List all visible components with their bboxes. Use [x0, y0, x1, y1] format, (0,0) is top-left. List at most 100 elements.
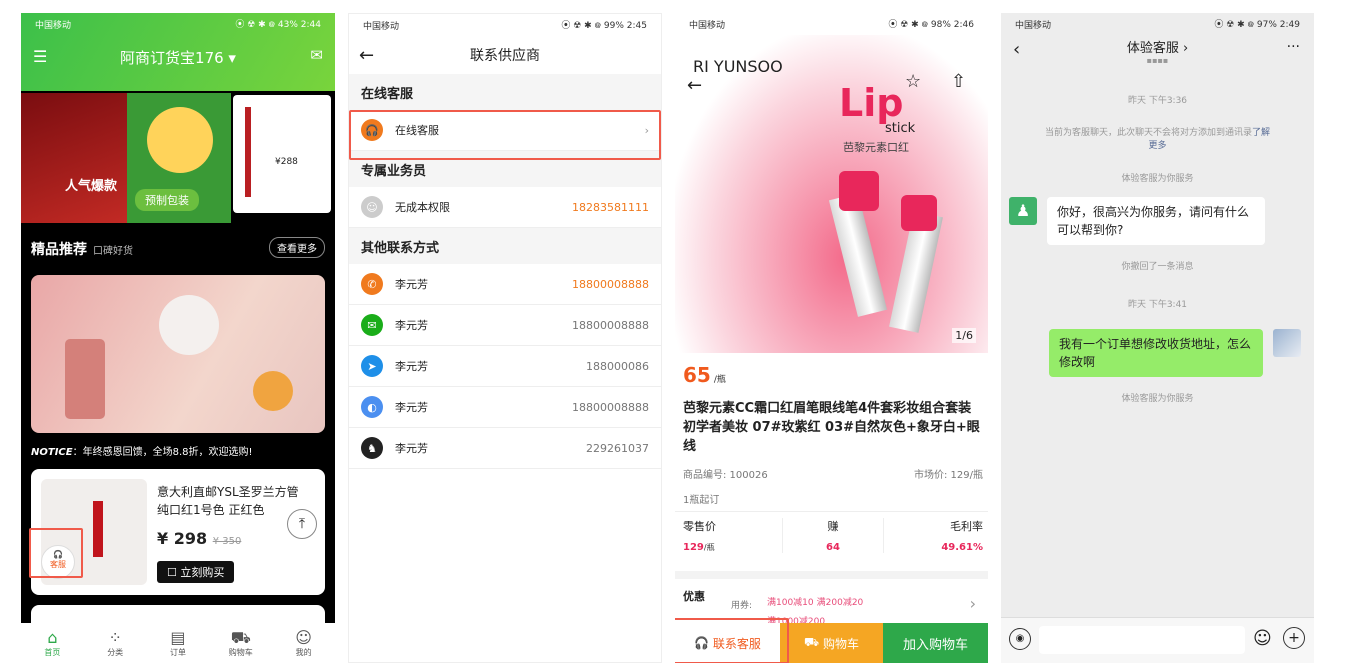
tab-category[interactable]: ⁘ 分类 — [84, 623, 147, 663]
scroll-top-icon[interactable]: ⤒ — [287, 509, 317, 539]
more-icon[interactable]: ··· — [1287, 39, 1300, 55]
highlight-contact-service — [675, 618, 789, 663]
view-more-button[interactable]: 查看更多 — [269, 237, 325, 258]
tab-home-label: 首页 — [44, 647, 61, 657]
stat-label: 毛利率 — [949, 520, 983, 533]
tab-home[interactable]: ⌂ 首页 — [21, 623, 84, 663]
sales-name: 无成本权限 — [395, 201, 450, 214]
product-gallery[interactable]: RI YUNSOO ← ☆ ⇧ Lip stick 芭黎元素口红 1/6 — [675, 35, 988, 353]
product-name[interactable]: 意大利直邮YSL圣罗兰方管纯口红1号色 正红色 — [157, 483, 307, 519]
user-icon: ☺ — [295, 627, 312, 647]
cart-icon: ⛟ — [230, 627, 251, 647]
tab-orders[interactable]: ▤ 订单 — [147, 623, 210, 663]
banner-text-hot: 人气爆款 — [65, 179, 118, 194]
contact-value[interactable]: 18800008888 — [572, 319, 649, 332]
stat-retail: 零售价 129/瓶 — [683, 518, 782, 553]
back-arrow-icon[interactable]: ← — [687, 75, 702, 96]
cart-label: 购物车 — [822, 636, 859, 651]
share-icon[interactable]: ⇧ — [951, 71, 966, 92]
product-code: 商品编号: 100026 — [683, 470, 768, 481]
tab-orders-label: 订单 — [169, 647, 186, 657]
message-user: 我有一个订单想修改收货地址，怎么修改啊 — [1049, 329, 1263, 377]
stick-title: stick — [885, 121, 916, 136]
message-input[interactable] — [1039, 626, 1245, 654]
phone-icon: ✆ — [361, 273, 383, 295]
add-to-cart-button[interactable]: 加入购物车 — [883, 623, 988, 663]
order-icon: ▤ — [170, 627, 186, 647]
message-service: 你好，很高兴为你服务，请问有什么可以帮到你? — [1047, 197, 1265, 245]
coupon-tag: 满100减10 — [767, 598, 814, 608]
sales-row[interactable]: ☺ 无成本权限 18283581111 — [349, 187, 661, 228]
group-online: 在线客服 — [349, 74, 661, 110]
back-chevron-icon[interactable]: ‹ — [1013, 39, 1020, 60]
store-selector[interactable]: 阿商订货宝176 ▾ — [21, 47, 335, 68]
notice-text: ：年终感恩回馈，全场8.8折，欢迎选购! — [72, 447, 253, 458]
page-title: 联系供应商 — [470, 48, 540, 64]
home-header: 中国移动 ⦿ ☢ ✱ ᪤ 43% 2:44 ☰ 阿商订货宝176 ▾ ✉ — [21, 13, 335, 91]
contact-value[interactable]: 188000086 — [586, 360, 649, 373]
category-icon: ⁘ — [108, 627, 122, 647]
plus-icon[interactable]: + — [1283, 627, 1305, 649]
voice-icon[interactable]: ◉ — [1009, 628, 1031, 650]
contact-qq-row[interactable]: ♞ 李元芳 229261037 — [349, 428, 661, 469]
contact-value[interactable]: 18800008888 — [572, 278, 649, 291]
tab-cart-label: 购物车 — [228, 647, 253, 657]
tab-cart[interactable]: ⛟ 购物车 — [209, 623, 272, 663]
promo-banner[interactable]: 人气爆款 预制包装 ¥288 — [21, 93, 335, 223]
star-icon[interactable]: ☆ — [905, 71, 921, 92]
section-subtitle: 口碑好货 — [93, 246, 133, 257]
cart-icon: ⛟ — [804, 635, 820, 649]
chat-title[interactable]: 体验客服 › — [1001, 35, 1314, 56]
status-carrier: 中国移动 — [363, 21, 400, 32]
status-carrier: 中国移动 — [689, 20, 726, 31]
emoji-icon[interactable]: ☺ — [1253, 628, 1272, 649]
tab-category-label: 分类 — [107, 647, 124, 657]
screen-product-detail: 中国移动 ⦿ ☢ ✱ ᪤ 98% 2:46 RI YUNSOO ← ☆ ⇧ Lip… — [675, 13, 988, 663]
featured-image[interactable] — [31, 275, 325, 433]
chat-subtitle: ▪▪▪▪ — [1146, 56, 1169, 65]
dingtalk-icon: ➤ — [361, 355, 383, 377]
stat-margin: 毛利率 49.61% — [884, 518, 983, 553]
contact-value[interactable]: 229261037 — [586, 442, 649, 455]
product-meta: 商品编号: 100026 市场价: 129/瓶 — [683, 466, 983, 481]
status-carrier: 中国移动 — [35, 20, 72, 31]
contact-value[interactable]: 18800008888 — [572, 401, 649, 414]
message-icon[interactable]: ✉ — [310, 46, 323, 64]
contact-phone-row[interactable]: ✆ 李元芳 18800008888 — [349, 264, 661, 305]
status-icons: ⦿ ☢ ✱ ᪤ 98% 2:46 — [888, 19, 974, 30]
buy-now-label: 立刻购买 — [180, 566, 225, 579]
contact-dingtalk-row[interactable]: ➤ 李元芳 188000086 — [349, 346, 661, 387]
buy-now-button[interactable]: ☐ 立刻购买 — [157, 561, 235, 583]
status-carrier: 中国移动 — [1015, 20, 1052, 31]
product-price: 65/瓶 — [683, 363, 726, 387]
bottle-shape — [65, 339, 105, 419]
screen-chat: 中国移动 ⦿ ☢ ✱ ᪤ 97% 2:49 ‹ 体验客服 › ▪▪▪▪ ··· 昨… — [1001, 13, 1314, 663]
brand-name: RI YUNSOO — [693, 57, 783, 76]
coupon-tag: 满200减20 — [816, 598, 864, 608]
price-value: 65 — [683, 363, 711, 387]
sales-phone[interactable]: 18283581111 — [572, 201, 649, 214]
divider — [675, 511, 988, 512]
screen-home: 中国移动 ⦿ ☢ ✱ ᪤ 43% 2:44 ☰ 阿商订货宝176 ▾ ✉ 人气爆款… — [21, 13, 335, 663]
lipstick-shape — [93, 501, 103, 557]
contact-wechat-row[interactable]: ✉ 李元芳 18800008888 — [349, 305, 661, 346]
banner-text-pack: 预制包装 — [135, 189, 199, 211]
stat-earn: 赚 64 — [782, 518, 884, 553]
coupon-row[interactable]: 优惠 用券: 满100减10 满200减20满1000减200 › — [675, 588, 988, 627]
stat-unit: /瓶 — [703, 543, 715, 552]
back-arrow-icon[interactable]: ← — [359, 45, 374, 66]
stat-label: 赚 — [827, 520, 839, 533]
contact-name: 李元芳 — [395, 319, 428, 332]
service-avatar[interactable]: ♟ — [1009, 197, 1037, 225]
user-avatar[interactable] — [1273, 329, 1301, 357]
tab-mine[interactable]: ☺ 我的 — [272, 623, 335, 663]
price-original: ¥ 350 — [212, 536, 242, 547]
product-price: ¥ 298 ¥ 350 — [157, 529, 241, 548]
chat-time-1: 昨天 下午3:36 — [1127, 96, 1188, 106]
chat-input-bar: ◉ ☺ + — [1001, 617, 1314, 663]
banner-model-image: 人气爆款 — [21, 93, 127, 223]
image-counter: 1/6 — [952, 328, 976, 343]
contact-name: 李元芳 — [395, 442, 428, 455]
cart-button[interactable]: ⛟ 购物车 — [780, 623, 883, 663]
contact-wangwang-row[interactable]: ◐ 李元芳 18800008888 — [349, 387, 661, 428]
